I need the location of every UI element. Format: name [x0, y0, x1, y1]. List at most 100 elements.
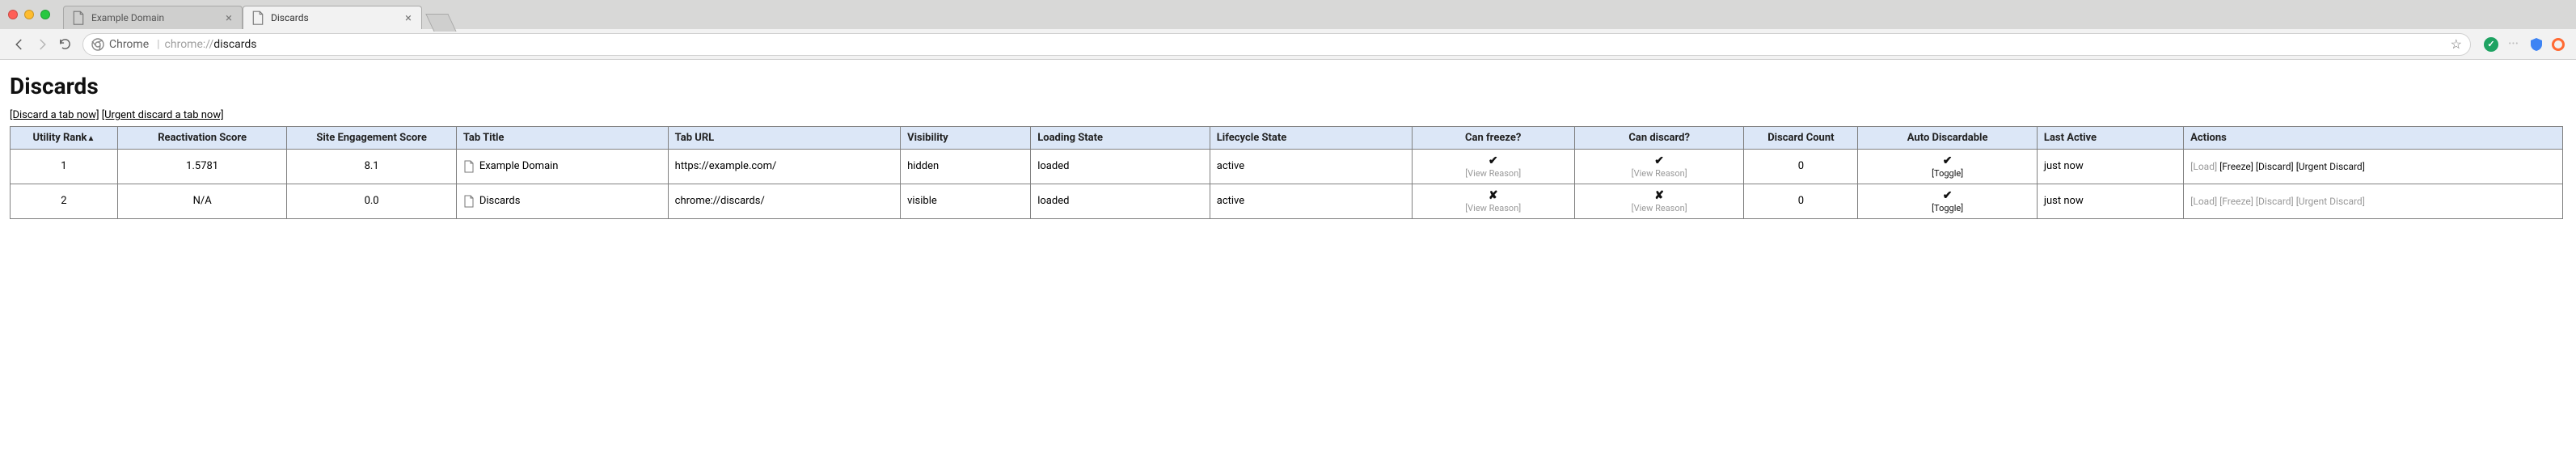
- cell-discard-count: 0: [1744, 150, 1858, 184]
- extension-shield-icon[interactable]: [2529, 37, 2544, 52]
- close-icon[interactable]: ×: [403, 11, 413, 25]
- cell-actions: [Load] [Freeze] [Discard] [Urgent Discar…: [2184, 150, 2563, 184]
- action-urgent-discard: [Urgent Discard]: [2296, 196, 2365, 207]
- action-urgent-discard[interactable]: [Urgent Discard]: [2296, 161, 2365, 172]
- col-loading-state[interactable]: Loading State: [1031, 127, 1210, 150]
- view-reason-link[interactable]: [View Reason]: [1632, 203, 1687, 213]
- cell-reactivation-score: 1.5781: [117, 150, 286, 184]
- cell-can-discard: ✘[View Reason]: [1574, 184, 1743, 218]
- cross-icon: ✘: [1489, 189, 1498, 203]
- col-tab-url[interactable]: Tab URL: [668, 127, 900, 150]
- action-freeze[interactable]: [Freeze]: [2219, 161, 2253, 172]
- page-title: Discards: [10, 73, 2566, 99]
- back-button[interactable]: [8, 33, 31, 56]
- window-minimize-button[interactable]: [24, 10, 34, 19]
- cell-tab-title: Discards: [456, 184, 668, 218]
- col-lifecycle-state[interactable]: Lifecycle State: [1210, 127, 1412, 150]
- col-utility-rank[interactable]: Utility Rank▲: [11, 127, 118, 150]
- cell-last-active: just now: [2037, 184, 2183, 218]
- cell-loading-state: loaded: [1031, 184, 1210, 218]
- cell-can-freeze: ✔[View Reason]: [1412, 150, 1574, 184]
- toggle-link[interactable]: [Toggle]: [1932, 168, 1963, 179]
- cell-auto-discardable: ✔[Toggle]: [1858, 184, 2038, 218]
- urgent-discard-tab-now-link[interactable]: [Urgent discard a tab now]: [102, 109, 224, 121]
- new-tab-button[interactable]: [425, 14, 456, 32]
- col-reactivation-score[interactable]: Reactivation Score: [117, 127, 286, 150]
- discard-tab-now-link[interactable]: [Discard a tab now]: [10, 109, 99, 121]
- window-zoom-button[interactable]: [40, 10, 50, 19]
- browser-tab-discards[interactable]: Discards ×: [243, 6, 422, 29]
- col-site-engagement-score[interactable]: Site Engagement Score: [287, 127, 456, 150]
- toggle-link[interactable]: [Toggle]: [1932, 203, 1963, 213]
- table-header-row: Utility Rank▲ Reactivation Score Site En…: [11, 127, 2563, 150]
- cell-utility-rank: 1: [11, 150, 118, 184]
- discards-table: Utility Rank▲ Reactivation Score Site En…: [10, 126, 2563, 219]
- cell-reactivation-score: N/A: [117, 184, 286, 218]
- cell-actions: [Load] [Freeze] [Discard] [Urgent Discar…: [2184, 184, 2563, 218]
- check-icon: ✔: [1654, 154, 1664, 168]
- col-tab-title[interactable]: Tab Title: [456, 127, 668, 150]
- chrome-icon: [91, 38, 104, 51]
- url-scheme-label: Chrome: [109, 38, 149, 51]
- cell-can-discard: ✔[View Reason]: [1574, 150, 1743, 184]
- title-bar: Example Domain × Discards ×: [0, 0, 2576, 29]
- tab-title: Example Domain: [91, 12, 164, 23]
- traffic-lights: [8, 10, 50, 19]
- check-icon: ✔: [1943, 154, 1953, 168]
- tab-strip: Example Domain × Discards ×: [63, 0, 451, 29]
- view-reason-link[interactable]: [View Reason]: [1465, 203, 1521, 213]
- cell-visibility: hidden: [901, 150, 1031, 184]
- cell-tab-url: https://example.com/: [668, 150, 900, 184]
- cell-lifecycle-state: active: [1210, 184, 1412, 218]
- col-can-freeze[interactable]: Can freeze?: [1412, 127, 1574, 150]
- extension-circle-icon[interactable]: [2552, 38, 2565, 51]
- col-last-active[interactable]: Last Active: [2037, 127, 2183, 150]
- file-icon: [463, 195, 475, 208]
- cell-site-engagement: 0.0: [287, 184, 456, 218]
- close-icon[interactable]: ×: [224, 11, 234, 25]
- check-icon: ✔: [1943, 189, 1953, 203]
- cell-discard-count: 0: [1744, 184, 1858, 218]
- url-path: discards: [213, 38, 256, 51]
- url-separator: |: [157, 38, 159, 51]
- col-actions[interactable]: Actions: [2184, 127, 2563, 150]
- table-row: 11.57818.1 Example Domain https://example.…: [11, 150, 2563, 184]
- action-load: [Load]: [2190, 161, 2217, 172]
- file-icon: [251, 11, 264, 24]
- view-reason-link[interactable]: [View Reason]: [1465, 168, 1521, 179]
- tab-title-text: Discards: [479, 195, 521, 207]
- col-discard-count[interactable]: Discard Count: [1744, 127, 1858, 150]
- browser-tab-example-domain[interactable]: Example Domain ×: [63, 6, 243, 29]
- tab-title-text: Example Domain: [479, 160, 559, 172]
- check-icon: ✔: [1489, 154, 1498, 168]
- cell-lifecycle-state: active: [1210, 150, 1412, 184]
- cell-auto-discardable: ✔[Toggle]: [1858, 150, 2038, 184]
- cell-last-active: just now: [2037, 150, 2183, 184]
- cell-site-engagement: 8.1: [287, 150, 456, 184]
- forward-button[interactable]: [31, 33, 53, 56]
- table-row: 2N/A0.0 Discards chrome://discards/visible…: [11, 184, 2563, 218]
- bookmark-star-icon[interactable]: ☆: [2451, 36, 2462, 52]
- cell-tab-url: chrome://discards/: [668, 184, 900, 218]
- cell-visibility: visible: [901, 184, 1031, 218]
- address-bar[interactable]: Chrome | chrome://discards ☆: [82, 33, 2471, 56]
- window-close-button[interactable]: [8, 10, 18, 19]
- action-discard[interactable]: [Discard]: [2256, 161, 2294, 172]
- col-can-discard[interactable]: Can discard?: [1574, 127, 1743, 150]
- view-reason-link[interactable]: [View Reason]: [1632, 168, 1687, 179]
- tab-title: Discards: [271, 12, 309, 23]
- reload-button[interactable]: [53, 33, 76, 56]
- cell-loading-state: loaded: [1031, 150, 1210, 184]
- extension-checkmark-icon[interactable]: [2484, 37, 2498, 52]
- extension-menu-icon[interactable]: •••: [2506, 37, 2521, 52]
- cell-tab-title: Example Domain: [456, 150, 668, 184]
- cell-utility-rank: 2: [11, 184, 118, 218]
- toolbar: Chrome | chrome://discards ☆ •••: [0, 29, 2576, 60]
- file-icon: [463, 160, 475, 173]
- col-visibility[interactable]: Visibility: [901, 127, 1031, 150]
- header-label: Utility Rank: [33, 132, 87, 144]
- cell-can-freeze: ✘[View Reason]: [1412, 184, 1574, 218]
- col-auto-discardable[interactable]: Auto Discardable: [1858, 127, 2038, 150]
- action-discard: [Discard]: [2256, 196, 2294, 207]
- page-content: Discards [Discard a tab now] [Urgent dis…: [0, 60, 2576, 232]
